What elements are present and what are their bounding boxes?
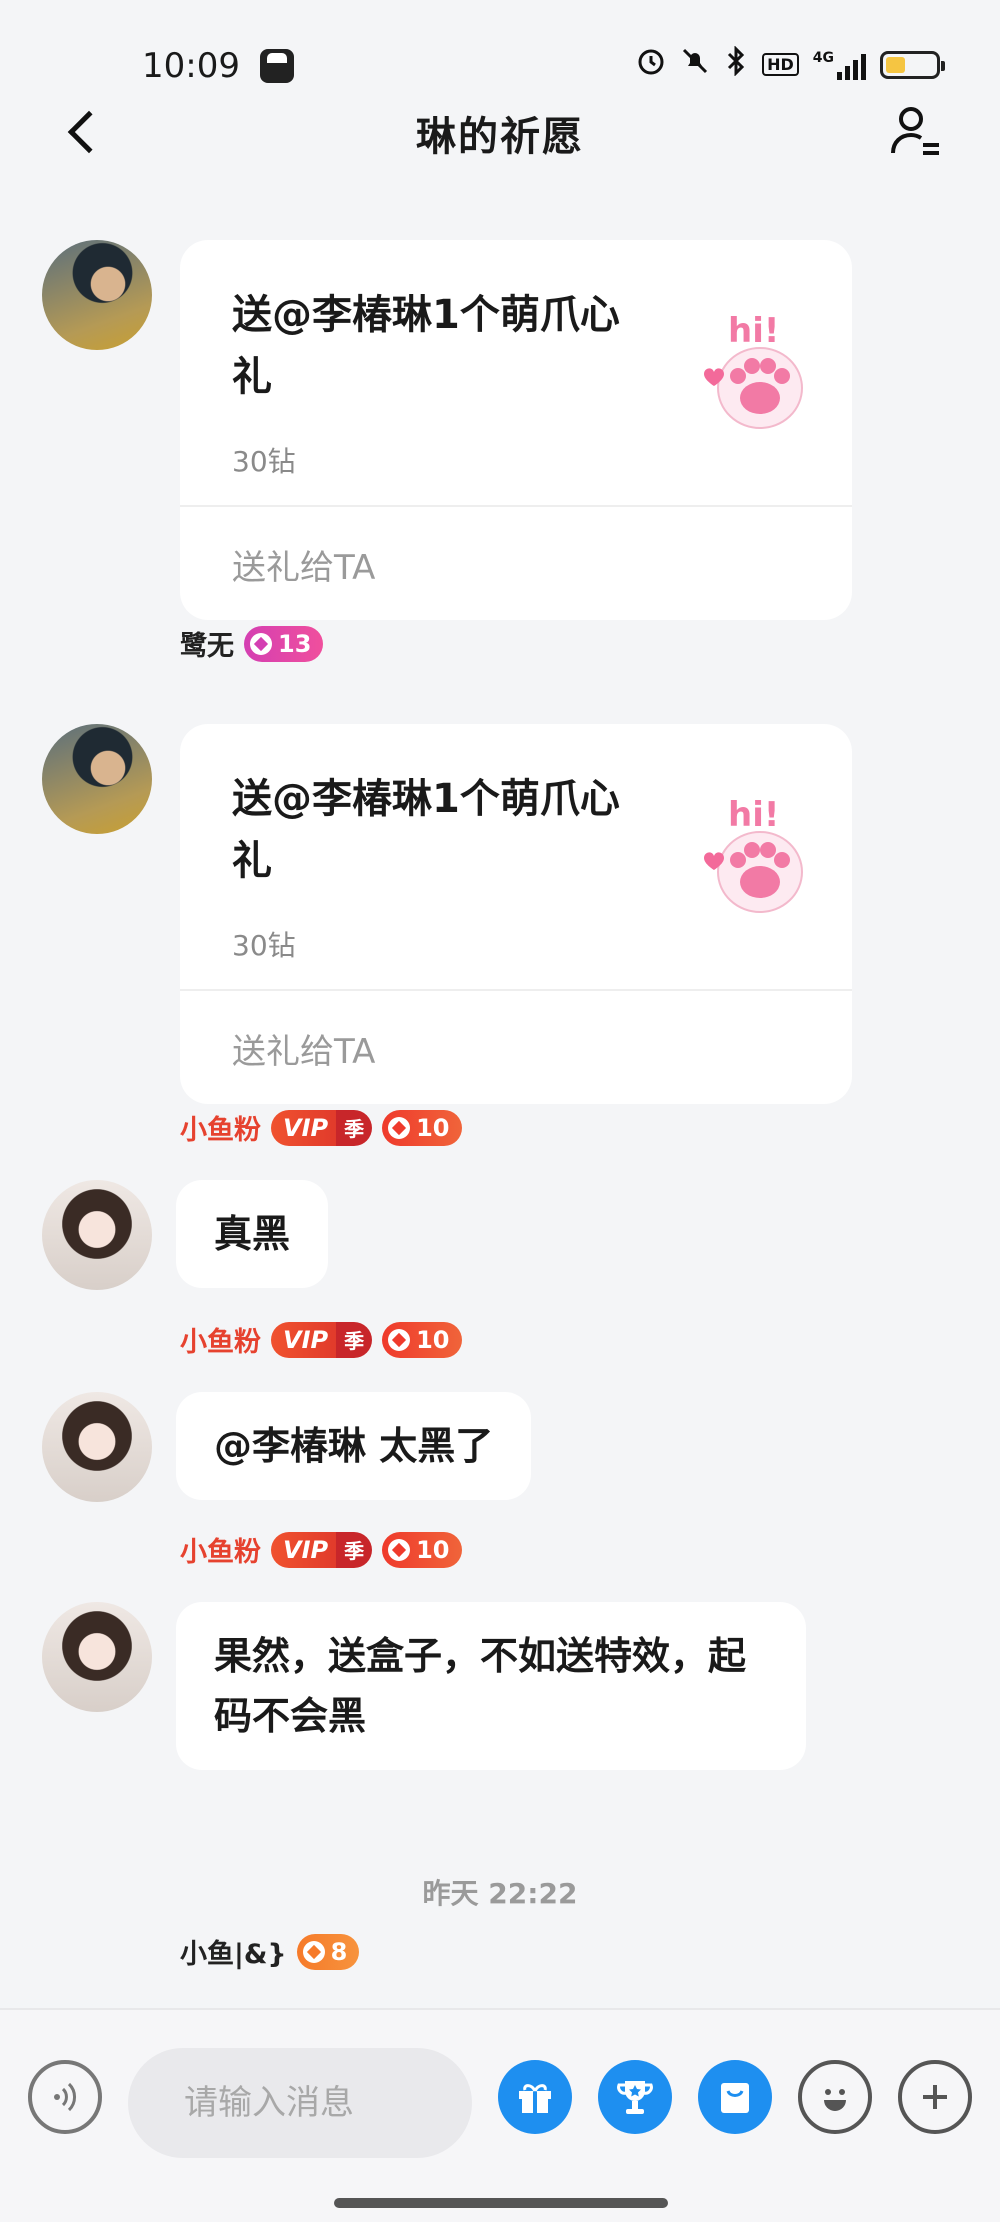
sender-name[interactable]: 小鱼粉 (180, 1108, 261, 1147)
level-badge: 8 (296, 1933, 360, 1970)
gift-price: 30钻 (232, 445, 296, 478)
status-time: 10:09 (142, 46, 240, 86)
page-title: 琳的祈愿 (416, 114, 584, 160)
send-gift-button[interactable]: 送礼给TA (232, 1024, 375, 1073)
gift-card[interactable]: 送@李椿琳1个萌爪心礼 30钻 hi! 送礼给TA (180, 240, 852, 620)
back-button[interactable] (54, 102, 114, 162)
mute-icon (680, 46, 710, 83)
avatar[interactable] (42, 1180, 152, 1290)
voice-icon (54, 2082, 76, 2112)
home-indicator[interactable] (334, 2198, 668, 2208)
alarm-icon (636, 46, 666, 83)
level-value: 10 (416, 1113, 450, 1142)
gift-text: 送@李椿琳1个萌爪心礼 (232, 292, 620, 400)
status-right: HD 4G (636, 45, 945, 83)
gift-text: 送@李椿琳1个萌爪心礼 (232, 776, 620, 884)
level-value: 8 (330, 1937, 348, 1966)
message-input[interactable] (128, 2048, 472, 2158)
vip-badge: VIP 季 (271, 1321, 373, 1358)
message-bubble[interactable]: 真黑 (176, 1180, 329, 1288)
status-left: 10:09 (142, 46, 294, 86)
sender-line: 小鱼粉 VIP 季 10 (180, 1320, 462, 1359)
gift-icon (519, 2084, 551, 2113)
input-bar (0, 2008, 1000, 2222)
sender-name[interactable]: 小鱼粉 (180, 1530, 261, 1569)
level-badge: 13 (244, 625, 324, 662)
vip-season: 季 (336, 1109, 373, 1146)
signal-4g-icon: 4G (813, 50, 866, 80)
sender-line: 小鱼粉 VIP 季 10 (180, 1108, 462, 1147)
battery-icon (880, 50, 945, 79)
sender-line: 鹭无 13 (180, 178, 323, 179)
divider (180, 989, 852, 991)
vip-badge: VIP 季 (271, 1531, 373, 1568)
blind-box-button[interactable] (698, 2060, 772, 2134)
sender-name[interactable]: 小鱼|&} (180, 1932, 287, 1971)
user-list-icon (891, 107, 939, 155)
message-bubble[interactable]: @李椿琳 太黑了 (176, 1392, 532, 1500)
gift-button[interactable] (498, 2060, 572, 2134)
chevron-left-icon (67, 110, 111, 154)
more-button[interactable] (898, 2060, 972, 2134)
sender-name[interactable]: 鹭无 (180, 624, 234, 663)
box-icon (721, 2083, 749, 2113)
vip-season: 季 (336, 1321, 373, 1358)
sender-line: 小鱼|&} 8 (180, 1932, 360, 1971)
emoji-button[interactable] (798, 2060, 872, 2134)
sender-line: 小鱼粉 VIP 季 10 (180, 1530, 462, 1569)
timestamp: 昨天 22:22 (422, 1877, 578, 1910)
gift-price: 30钻 (232, 929, 296, 962)
svg-text:hi!: hi! (728, 795, 779, 835)
avatar[interactable] (42, 724, 152, 834)
paw-heart-gift-icon: hi! (704, 795, 803, 913)
level-badge: 10 (382, 1531, 462, 1568)
trophy-button[interactable] (598, 2060, 672, 2134)
sender-name[interactable]: 小鱼粉 (180, 1320, 261, 1359)
trophy-icon (617, 2081, 653, 2114)
level-value: 10 (416, 1325, 450, 1354)
vip-label: VIP (271, 1109, 337, 1146)
level-badge: 10 (382, 1109, 462, 1146)
message-bubble[interactable]: 果然，送盒子，不如送特效，起码不会黑 (176, 1602, 806, 1770)
level-value: 13 (278, 629, 312, 658)
paw-heart-gift-icon: hi! (704, 311, 803, 429)
chat-list[interactable]: 鹭无 13 送@李椿琳1个萌爪心礼 30钻 hi! 送礼给TA 鹭无 13 (0, 178, 1000, 2008)
voice-button[interactable] (28, 2060, 102, 2134)
app-icon (259, 49, 294, 83)
group-members-button[interactable] (880, 96, 950, 166)
network-label: 4G (812, 49, 834, 66)
svg-text:hi!: hi! (728, 311, 779, 351)
level-badge: 10 (382, 1321, 462, 1358)
avatar[interactable] (42, 1392, 152, 1502)
hd-icon: HD (762, 53, 799, 76)
bluetooth-icon (724, 45, 748, 83)
vip-badge: VIP 季 (271, 1109, 373, 1146)
emoji-icon (824, 2089, 846, 2111)
avatar[interactable] (42, 240, 152, 350)
plus-icon (923, 2085, 947, 2109)
send-gift-button[interactable]: 送礼给TA (232, 540, 375, 589)
level-value: 10 (416, 1535, 450, 1564)
vip-label: VIP (271, 1321, 337, 1358)
battery-fill (886, 56, 906, 73)
divider (180, 505, 852, 507)
header: 琳的祈愿 (0, 88, 1000, 178)
sender-line: 鹭无 13 (180, 624, 324, 663)
avatar[interactable] (42, 1602, 152, 1712)
vip-season: 季 (336, 1531, 373, 1568)
vip-label: VIP (271, 1531, 337, 1568)
sender-name[interactable]: 鹭无 (180, 178, 234, 179)
gift-card[interactable]: 送@李椿琳1个萌爪心礼 30钻 hi! 送礼给TA (180, 724, 852, 1104)
